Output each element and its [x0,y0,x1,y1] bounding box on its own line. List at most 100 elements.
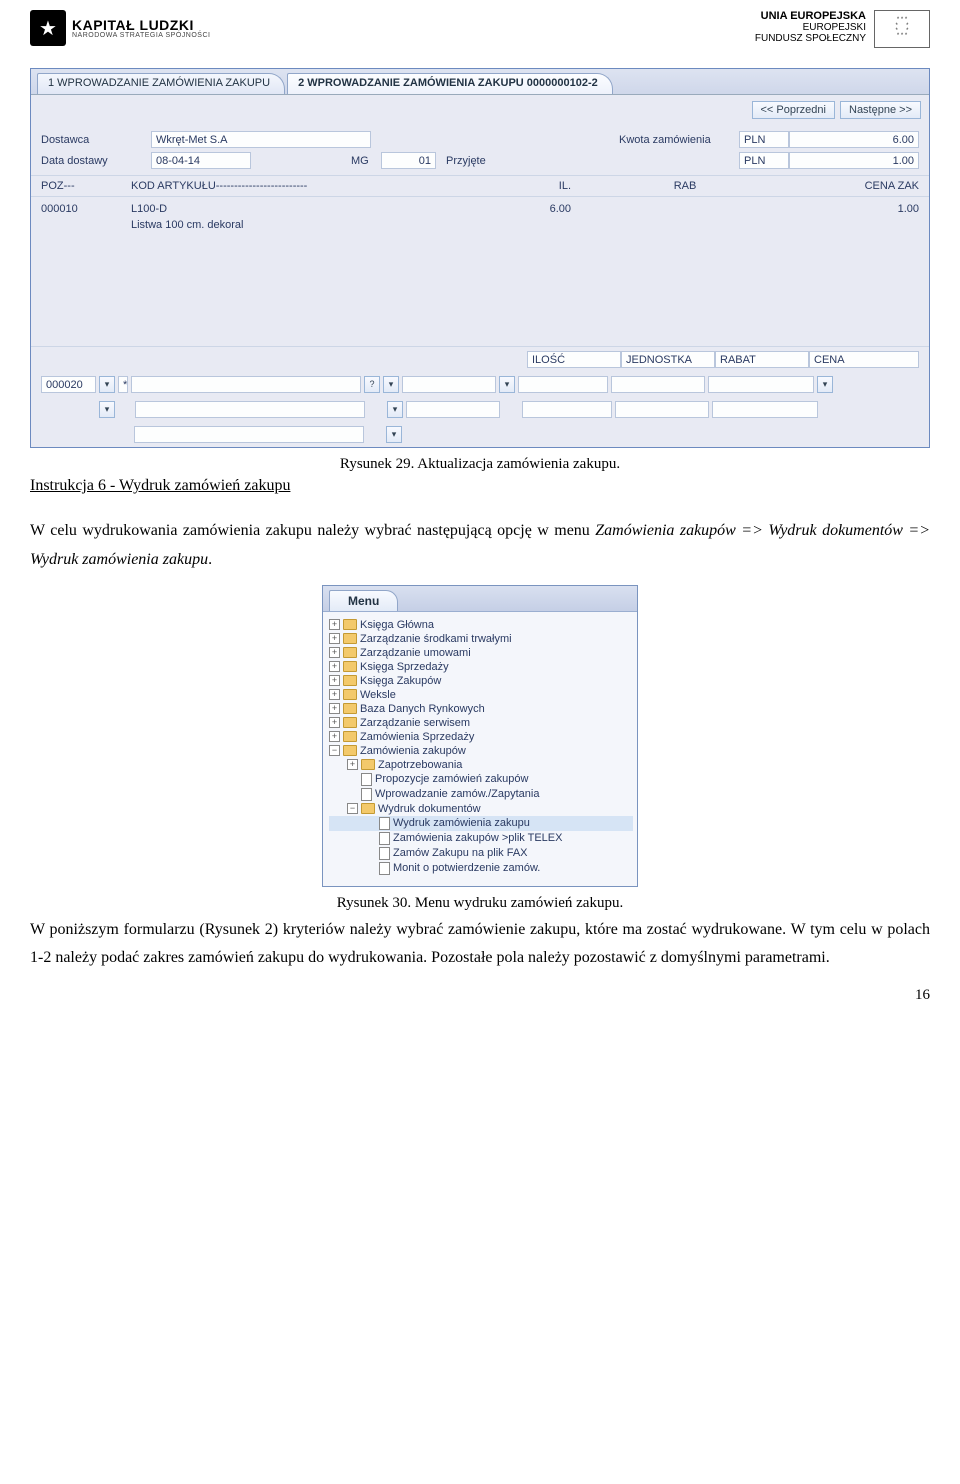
entry-rabat2[interactable] [615,401,709,418]
field-amount1: 6.00 [789,131,919,148]
expand-icon[interactable]: + [329,703,340,714]
tree-label: Księga Główna [360,619,434,631]
field-data-dostawy[interactable]: 08-04-14 [151,152,251,169]
folder-icon [343,675,357,686]
entry-jednostka[interactable] [518,376,608,393]
tree-label: Zamów Zakupu na plik FAX [393,847,528,859]
entry-text[interactable] [131,376,361,393]
folder-icon [343,647,357,658]
tree-item[interactable]: +Zarządzanie serwisem [329,716,633,730]
tree-label: Wydruk zamówienia zakupu [393,817,530,829]
head-ilosc: ILOŚĆ [527,351,621,368]
dropdown-icon[interactable]: ▾ [387,401,403,418]
entry-jednostka2[interactable] [522,401,612,418]
tree-item[interactable]: Zamów Zakupu na plik FAX [329,846,633,861]
tree-label: Zarządzanie umowami [360,647,471,659]
entry-num[interactable]: 000020 [41,376,96,393]
expand-icon[interactable]: + [329,633,340,644]
entry-headers: ILOŚĆ JEDNOSTKA RABAT CENA [31,347,929,372]
tree-item[interactable]: + Księga Główna [329,618,633,632]
dropdown-icon[interactable]: ▾ [817,376,833,393]
folder-icon [343,731,357,742]
eu-flag-icon: * * ** ** ** * * [874,10,930,48]
expand-icon[interactable]: + [329,647,340,658]
para1-part-a: W celu wydrukowania zamówienia zakupu na… [30,522,595,539]
tree-item[interactable]: +Księga Zakupów [329,674,633,688]
tree-item[interactable]: +Zapotrzebowania [329,758,633,772]
entry-row-1: 000020 ▾ * ? ▾ ▾ ▾ [31,372,929,397]
section-heading: Instrukcja 6 - Wydruk zamówień zakupu [30,477,930,495]
dropdown-icon[interactable]: ▾ [499,376,515,393]
file-icon [379,862,390,875]
dropdown-icon[interactable]: ▾ [383,376,399,393]
menu-tree: + Księga Główna +Zarządzanie środkami trw… [323,612,637,878]
expand-icon[interactable]: + [329,731,340,742]
label-data-dostawy: Data dostawy [41,155,151,167]
entry-ilosc[interactable] [402,376,496,393]
entry-cena[interactable] [708,376,814,393]
entry-text2[interactable] [135,401,365,418]
entry-text3[interactable] [134,426,364,443]
tree-item[interactable]: +Weksle [329,688,633,702]
tree-item[interactable]: Wprowadzanie zamów./Zapytania [329,787,633,802]
dropdown-icon[interactable]: ▾ [99,376,115,393]
head-cena: CENA [809,351,919,368]
menu-tab[interactable]: Menu [329,590,398,611]
eu-line1: UNIA EUROPEJSKA [755,10,866,22]
expand-icon[interactable]: + [329,675,340,686]
file-icon [361,773,372,786]
expand-icon[interactable]: + [347,759,358,770]
cell-il: 6.00 [471,203,571,215]
entry-cena2[interactable] [712,401,818,418]
collapse-icon[interactable]: − [347,803,358,814]
dropdown-icon[interactable]: ▾ [99,401,115,418]
folder-icon [343,633,357,644]
label-przyjete: Przyjęte [446,155,511,167]
tree-item[interactable]: +Zamówienia Sprzedaży [329,730,633,744]
tree-item[interactable]: −Zamówienia zakupów [329,744,633,758]
tree-item[interactable]: +Zarządzanie środkami trwałymi [329,632,633,646]
expand-icon[interactable]: + [329,717,340,728]
folder-icon [343,689,357,700]
kl-subtitle: NARODOWA STRATEGIA SPÓJNOŚCI [72,32,210,39]
tree-item[interactable]: Zamówienia zakupów >plik TELEX [329,831,633,846]
help-icon[interactable]: ? [364,376,380,393]
expand-icon[interactable]: + [329,689,340,700]
tree-label: Baza Danych Rynkowych [360,703,485,715]
field-mg[interactable]: 01 [381,152,436,169]
next-button[interactable]: Następne >> [840,101,921,119]
tree-item[interactable]: Monit o potwierdzenie zamów. [329,861,633,876]
col-il: IL. [471,180,571,192]
tab-2[interactable]: 2 WPROWADZANIE ZAMÓWIENIA ZAKUPU 0000000… [287,73,613,94]
label-dostawca: Dostawca [41,134,151,146]
expand-icon[interactable]: + [329,661,340,672]
field-pln2: PLN [739,152,789,169]
col-poz: POZ--- [41,180,131,192]
entry-rabat[interactable] [611,376,705,393]
eu-line2: EUROPEJSKI [755,22,866,33]
tree-item[interactable]: Propozycje zamówień zakupów [329,772,633,787]
table-row[interactable]: 000010 L100-D 6.00 1.00 [41,201,919,217]
tree-item[interactable]: − Wydruk dokumentów [329,802,633,816]
tree-item[interactable]: +Księga Sprzedaży [329,660,633,674]
entry-ilosc2[interactable] [406,401,500,418]
table-row-desc: Listwa 100 cm. dekoral [41,217,919,233]
entry-star[interactable]: * [118,376,128,393]
tree-item[interactable]: + Baza Danych Rynkowych [329,702,633,716]
dropdown-icon[interactable]: ▾ [386,426,402,443]
collapse-icon[interactable]: − [329,745,340,756]
folder-icon [343,717,357,728]
tree-label: Wydruk dokumentów [378,803,481,815]
prev-button[interactable]: << Poprzedni [752,101,835,119]
tab-1[interactable]: 1 WPROWADZANIE ZAMÓWIENIA ZAKUPU [37,73,285,94]
cell-desc: Listwa 100 cm. dekoral [131,219,244,231]
order-form-screenshot: 1 WPROWADZANIE ZAMÓWIENIA ZAKUPU 2 WPROW… [30,68,930,448]
tree-item[interactable]: + Zarządzanie umowami [329,646,633,660]
tree-item-selected[interactable]: Wydruk zamówienia zakupu [329,816,633,831]
tree-label: Zamówienia zakupów >plik TELEX [393,832,562,844]
field-dostawca[interactable]: Wkręt-Met S.A [151,131,371,148]
expand-icon[interactable]: + [329,619,340,630]
paragraph-2: W poniższym formularzu (Rysunek 2) kryte… [30,916,930,974]
kl-icon: ★ [30,10,66,46]
folder-icon [343,703,357,714]
